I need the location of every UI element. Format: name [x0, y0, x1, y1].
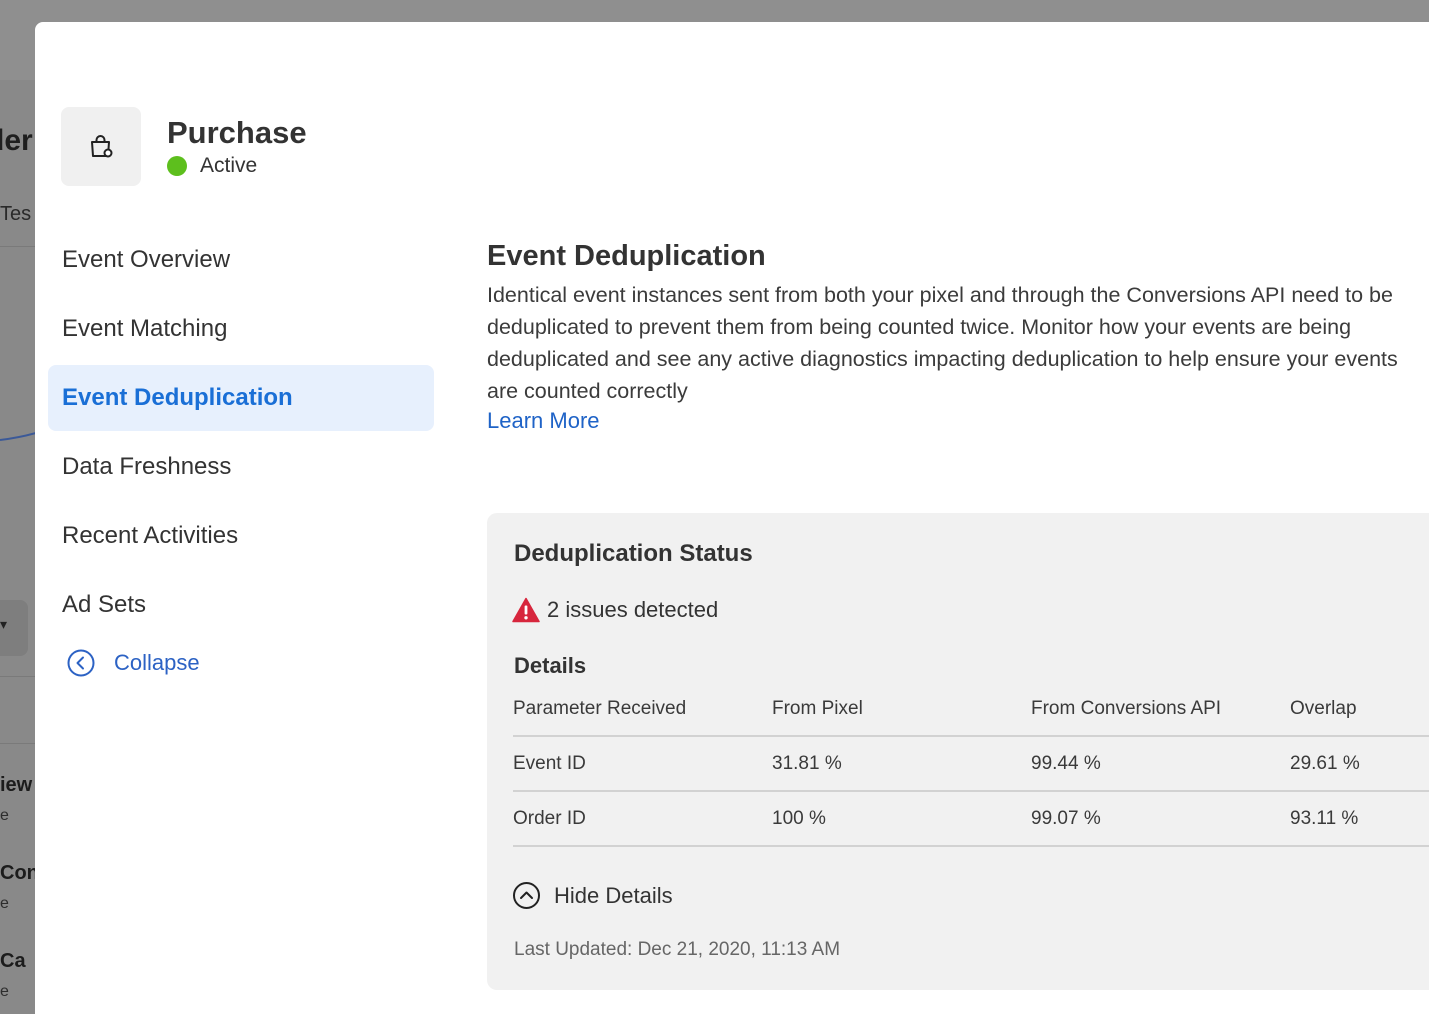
- table-cell: 93.11 %: [1290, 807, 1359, 829]
- table-cell: Order ID: [513, 807, 586, 829]
- sidebar-item-ad-sets[interactable]: Ad Sets: [48, 572, 434, 638]
- table-header-row: Parameter Received From Pixel From Conve…: [513, 683, 1429, 736]
- warning-icon: [512, 597, 540, 623]
- hide-details-label: Hide Details: [554, 882, 673, 908]
- issues-count: 2 issues detected: [547, 597, 719, 622]
- background-row-sub: e: [0, 983, 9, 1000]
- collapse-label: Collapse: [114, 650, 200, 675]
- section-title: Event Deduplication: [487, 240, 766, 272]
- event-title: Purchase: [167, 115, 307, 150]
- main-content: Event Deduplication Identical event inst…: [487, 240, 1429, 990]
- table-cell: 100 %: [772, 807, 826, 829]
- column-header: From Pixel: [772, 698, 863, 719]
- sidebar-item-data-freshness[interactable]: Data Freshness: [48, 434, 434, 500]
- event-details-modal: Purchase Active Event Overview Event Mat…: [35, 22, 1429, 1014]
- issues-indicator: 2 issues detected: [512, 597, 718, 623]
- sidebar-item-event-matching[interactable]: Event Matching: [48, 296, 434, 362]
- background-row-title: Ca: [0, 950, 26, 972]
- hide-details-button[interactable]: Hide Details: [512, 881, 673, 910]
- card-title: Deduplication Status: [514, 540, 753, 567]
- learn-more-link[interactable]: Learn More: [487, 408, 600, 434]
- background-row-sub: e: [0, 895, 9, 912]
- table-row: Event ID 31.81 % 99.44 % 29.61 %: [513, 736, 1429, 791]
- last-updated-timestamp: Last Updated: Dec 21, 2020, 11:13 AM: [514, 939, 841, 960]
- background-row-sub: e: [0, 807, 9, 824]
- shopping-bag-icon: [91, 134, 113, 157]
- column-header: From Conversions API: [1031, 698, 1222, 719]
- chevron-left-circle-icon: [67, 649, 95, 677]
- table-cell: 99.07 %: [1031, 807, 1101, 829]
- background-chart-line: [0, 432, 36, 441]
- table-cell: 31.81 %: [772, 752, 842, 774]
- event-icon-container: [61, 107, 141, 186]
- details-heading: Details: [514, 653, 587, 678]
- table-cell: 29.61 %: [1290, 752, 1360, 774]
- sidebar-nav: Event Overview Event Matching Event Dedu…: [48, 227, 434, 684]
- column-header: Parameter Received: [513, 698, 687, 719]
- deduplication-status-card: Deduplication Status 2 issues detected D…: [487, 513, 1429, 990]
- column-header: Overlap: [1290, 698, 1357, 719]
- status-dot-icon: [167, 156, 187, 176]
- background-page-subtitle: Tes: [0, 203, 32, 225]
- background-row-title: iew: [0, 774, 33, 796]
- event-status: Active: [167, 154, 257, 178]
- sidebar-item-event-deduplication[interactable]: Event Deduplication: [48, 365, 434, 431]
- chevron-down-icon: ▾: [0, 616, 8, 632]
- collapse-button[interactable]: Collapse: [48, 642, 434, 684]
- table-cell: 99.44 %: [1031, 752, 1101, 774]
- deduplication-details-table: Parameter Received From Pixel From Conve…: [513, 683, 1429, 847]
- status-label: Active: [200, 154, 258, 177]
- sidebar-item-event-overview[interactable]: Event Overview: [48, 227, 434, 293]
- table-row: Order ID 100 % 99.07 % 93.11 %: [513, 791, 1429, 846]
- background-dropdown: ▾: [0, 600, 28, 656]
- chevron-up-circle-icon: [513, 882, 540, 909]
- table-cell: Event ID: [513, 752, 586, 774]
- section-description: Identical event instances sent from both…: [487, 283, 1398, 403]
- sidebar-item-recent-activities[interactable]: Recent Activities: [48, 503, 434, 569]
- background-page-title: der: [0, 124, 33, 157]
